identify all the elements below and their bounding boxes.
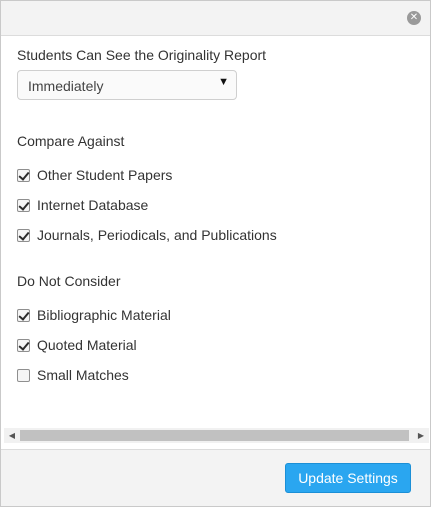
checkbox-label: Bibliographic Material: [37, 307, 171, 323]
chevron-down-icon: ▼: [218, 76, 229, 88]
scroll-left-icon[interactable]: ◀: [5, 428, 19, 443]
checkbox-quoted-material[interactable]: [17, 338, 30, 352]
dialog-content: Students Can See the Originality Report …: [1, 37, 430, 427]
checkbox-label: Internet Database: [37, 197, 149, 213]
dialog-footer: Update Settings: [1, 449, 430, 506]
checkbox-label: Other Student Papers: [37, 167, 173, 183]
scroll-right-icon[interactable]: ▶: [414, 428, 428, 443]
checkbox-label: Small Matches: [37, 367, 129, 383]
checkbox-row-bibliographic-material[interactable]: Bibliographic Material: [17, 306, 171, 324]
close-icon[interactable]: ✕: [407, 11, 421, 25]
settings-dialog: ✕ Students Can See the Originality Repor…: [0, 0, 431, 507]
report-visibility-label: Students Can See the Originality Report: [17, 47, 267, 63]
checkbox-row-other-student-papers[interactable]: Other Student Papers: [17, 166, 172, 184]
checkbox-other-student-papers[interactable]: [17, 168, 30, 182]
checkbox-row-small-matches[interactable]: Small Matches: [17, 366, 129, 384]
report-visibility-select[interactable]: Immediately ▼: [17, 70, 237, 100]
checkbox-small-matches[interactable]: [17, 368, 30, 382]
compare-against-heading: Compare Against: [17, 133, 125, 149]
checkbox-label: Journals, Periodicals, and Publications: [37, 227, 277, 243]
checkbox-label: Quoted Material: [37, 337, 137, 353]
dialog-titlebar: ✕: [1, 1, 430, 36]
checkbox-bibliographic-material[interactable]: [17, 308, 30, 322]
checkbox-internet-database[interactable]: [17, 198, 30, 212]
do-not-consider-heading: Do Not Consider: [17, 273, 121, 289]
update-settings-button[interactable]: Update Settings: [285, 463, 411, 493]
checkbox-row-internet-database[interactable]: Internet Database: [17, 196, 148, 214]
checkbox-row-quoted-material[interactable]: Quoted Material: [17, 336, 137, 354]
checkbox-row-journals[interactable]: Journals, Periodicals, and Publications: [17, 226, 277, 244]
scrollbar-thumb[interactable]: [20, 430, 409, 441]
horizontal-scrollbar[interactable]: ◀ ▶: [4, 428, 429, 443]
report-visibility-selected-value: Immediately: [28, 78, 104, 94]
checkbox-journals[interactable]: [17, 228, 30, 242]
